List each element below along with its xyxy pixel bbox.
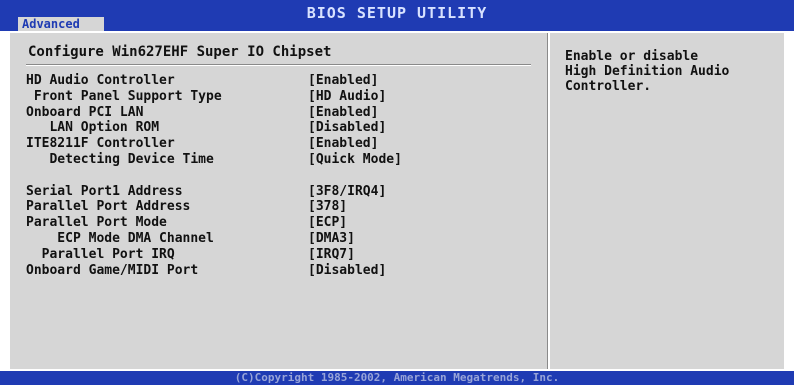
setting-value[interactable]: [378] [308,199,347,214]
setting-ite8211f-controller[interactable]: ITE8211F Controller [Enabled] [26,136,526,152]
setting-value[interactable]: [3F8/IRQ4] [308,184,386,199]
setting-label: Serial Port1 Address [26,183,183,199]
setting-parallel-port-address[interactable]: Parallel Port Address [378] [26,199,526,215]
setting-label: Parallel Port IRQ [26,246,175,262]
setting-value[interactable]: [Enabled] [308,136,378,151]
pane-divider [547,33,550,369]
setting-hd-audio-controller[interactable]: HD Audio Controller [Enabled] [26,73,526,89]
main-panel: Configure Win627EHF Super IO Chipset HD … [8,31,786,371]
setting-front-panel-support-type[interactable]: Front Panel Support Type [HD Audio] [26,89,526,105]
setting-value[interactable]: [Enabled] [308,105,378,120]
setting-value[interactable]: [Enabled] [308,73,378,88]
setting-label: Parallel Port Address [26,199,191,215]
setting-label: ECP Mode DMA Channel [26,230,214,246]
setting-value[interactable]: [HD Audio] [308,89,386,104]
setting-value[interactable]: [IRQ7] [308,247,355,262]
setting-serial-port1-address[interactable]: Serial Port1 Address [3F8/IRQ4] [26,184,526,200]
setting-value[interactable]: [DMA3] [308,231,355,246]
setting-lan-option-rom[interactable]: LAN Option ROM [Disabled] [26,120,526,136]
setting-parallel-port-mode[interactable]: Parallel Port Mode [ECP] [26,215,526,231]
setting-ecp-mode-dma-channel[interactable]: ECP Mode DMA Channel [DMA3] [26,231,526,247]
setting-label: Onboard Game/MIDI Port [26,262,199,278]
setting-detecting-device-time[interactable]: Detecting Device Time [Quick Mode] [26,152,526,168]
setting-label: HD Audio Controller [26,73,175,88]
help-panel: Enable or disable High Definition Audio … [565,49,780,94]
footer-bar: (C)Copyright 1985-2002, American Megatre… [0,371,794,385]
setting-label: Parallel Port Mode [26,215,167,231]
help-text-line: Enable or disable [565,49,699,64]
setting-onboard-game-midi-port[interactable]: Onboard Game/MIDI Port [Disabled] [26,263,526,279]
setting-value[interactable]: [Quick Mode] [308,152,402,167]
setting-label: Onboard PCI LAN [26,104,144,120]
title-bar: BIOS SETUP UTILITY Advanced [0,0,794,31]
help-text-line: Controller. [565,79,652,94]
settings-pane: Configure Win627EHF Super IO Chipset HD … [10,33,545,369]
setting-value[interactable]: [Disabled] [308,120,386,135]
section-title: Configure Win627EHF Super IO Chipset [28,44,332,60]
setting-label: Front Panel Support Type [26,88,222,104]
setting-label: ITE8211F Controller [26,136,175,152]
title-divider [26,64,531,66]
bios-title: BIOS SETUP UTILITY [306,4,488,22]
setting-label: LAN Option ROM [26,120,160,136]
copyright-text: (C)Copyright 1985-2002, American Megatre… [234,371,560,384]
setting-value[interactable]: [ECP] [308,215,347,230]
setting-parallel-port-irq[interactable]: Parallel Port IRQ [IRQ7] [26,247,526,263]
settings-list: HD Audio Controller [Enabled] Front Pane… [26,73,526,278]
tab-advanced[interactable]: Advanced [18,17,104,31]
setting-label: Detecting Device Time [26,151,214,167]
setting-onboard-pci-lan[interactable]: Onboard PCI LAN [Enabled] [26,105,526,121]
help-text-line: High Definition Audio [565,64,730,79]
setting-value[interactable]: [Disabled] [308,263,386,278]
